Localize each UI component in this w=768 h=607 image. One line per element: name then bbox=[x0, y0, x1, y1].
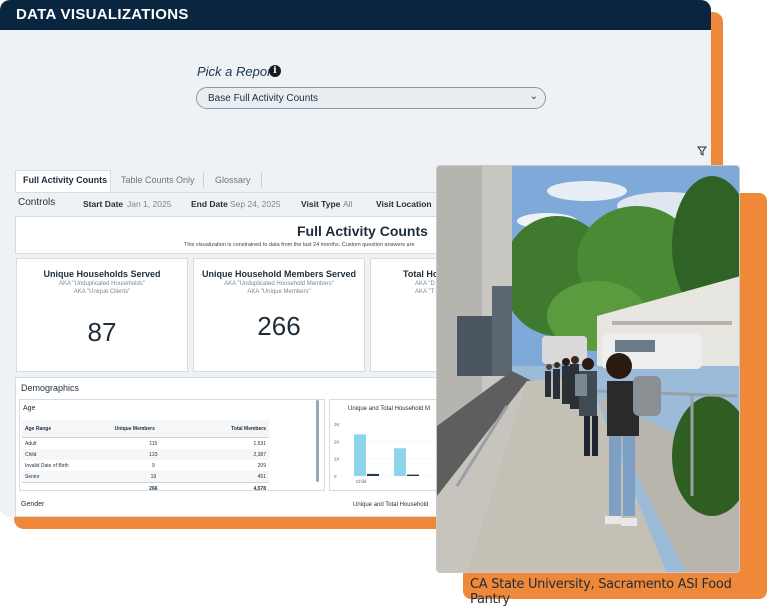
table-cell: 19 bbox=[111, 471, 196, 483]
food-pantry-photo bbox=[436, 165, 740, 573]
y-tick-label: 1K bbox=[334, 457, 340, 462]
table-cell: Adult bbox=[25, 440, 37, 447]
table-row: Adult 115 1,531 bbox=[22, 438, 269, 450]
column-header[interactable]: Total Members bbox=[195, 420, 269, 438]
demographics-label: Demographics bbox=[21, 383, 80, 393]
stat-aka: AKA "Unique Clients" bbox=[73, 289, 131, 295]
tab-full-activity-counts-label[interactable]: Full Activity Counts bbox=[23, 175, 107, 185]
stat-title: Unique Household Members Served bbox=[201, 269, 357, 279]
stat-aka: AKA "Unique Members" bbox=[247, 289, 311, 295]
app-title: DATA VISUALIZATIONS bbox=[16, 6, 189, 23]
tab-table-counts-only[interactable]: Table Counts Only bbox=[121, 175, 195, 185]
table-total-row: 266 4,578 bbox=[22, 482, 269, 494]
table-cell: 451 bbox=[195, 471, 269, 483]
photo-caption: CA State University, Sacramento ASI Food… bbox=[470, 577, 732, 607]
stat-title: Total Ho bbox=[403, 269, 439, 279]
tab-divider bbox=[261, 173, 262, 187]
y-tick-label: 0 bbox=[334, 474, 337, 479]
stat-value: 87 bbox=[87, 317, 117, 347]
table-row: Invalid Date of Birth 9 209 bbox=[22, 460, 269, 471]
table-row: Child 123 2,387 bbox=[22, 449, 269, 460]
chevron-down-icon: ⌄ bbox=[529, 91, 538, 102]
stat-card-members: Unique Household Members Served AKA "Und… bbox=[193, 258, 365, 372]
report-select-value: Base Full Activity Counts bbox=[208, 93, 319, 104]
start-date-value[interactable]: Jan 1, 2025 bbox=[127, 199, 171, 209]
table-cell: 9 bbox=[151, 462, 155, 469]
age-label: Age bbox=[23, 405, 36, 412]
end-date-key: End Date bbox=[191, 199, 228, 209]
table-cell: 115 bbox=[149, 440, 158, 447]
column-header[interactable]: Unique Members bbox=[111, 420, 196, 438]
report-select[interactable]: Base Full Activity Counts ⌄ bbox=[196, 87, 546, 109]
tab-divider bbox=[203, 173, 204, 187]
end-date-value[interactable]: Sep 24, 2025 bbox=[230, 199, 281, 209]
table-cell: Child bbox=[22, 449, 112, 460]
stat-aka: AKA "T bbox=[415, 289, 435, 295]
tab-glossary[interactable]: Glossary bbox=[215, 175, 251, 185]
info-icon[interactable]: i bbox=[269, 65, 281, 77]
table-cell: 123 bbox=[111, 449, 196, 460]
controls-label: Controls bbox=[18, 197, 56, 208]
table-cell: 1,531 bbox=[253, 440, 266, 447]
table-cell bbox=[22, 482, 112, 494]
gender-label: Gender bbox=[21, 501, 45, 508]
filter-icon[interactable] bbox=[697, 146, 707, 156]
report-title: Full Activity Counts bbox=[297, 223, 428, 239]
title-bar: DATA VISUALIZATIONS bbox=[0, 0, 711, 30]
table-cell: Invalid Date of Birth bbox=[25, 462, 69, 469]
stat-card-households: Unique Households Served AKA "Unduplicat… bbox=[16, 258, 188, 372]
visit-location-key: Visit Location bbox=[376, 199, 432, 209]
food-pantry-photo-illustration bbox=[437, 166, 739, 572]
table-cell: 266 bbox=[111, 482, 196, 494]
chart-bar[interactable] bbox=[354, 434, 366, 476]
age-table: Age Range Unique Members Total Members A… bbox=[22, 420, 269, 494]
stat-aka: AKA "Unduplicated Household Members" bbox=[224, 281, 334, 287]
report-subtitle: This visualization is constrained to dat… bbox=[184, 242, 415, 248]
table-header-row: Age Range Unique Members Total Members bbox=[22, 420, 269, 438]
stat-value: 266 bbox=[257, 311, 301, 341]
start-date-key: Start Date bbox=[83, 199, 124, 209]
table-cell: Senior bbox=[22, 471, 112, 483]
age-chart-title: Unique and Total Household M bbox=[348, 406, 430, 412]
table-cell: 2,387 bbox=[195, 449, 269, 460]
chart-bar[interactable] bbox=[394, 448, 406, 476]
stat-title: Unique Households Served bbox=[43, 269, 161, 279]
gender-chart-title: Unique and Total Household bbox=[353, 502, 429, 508]
chart-bar[interactable] bbox=[367, 473, 379, 476]
chart-bar[interactable] bbox=[407, 474, 419, 476]
visit-type-key: Visit Type bbox=[301, 199, 341, 209]
visit-type-value[interactable]: All bbox=[343, 199, 352, 209]
stat-aka: AKA "Unduplicated Households" bbox=[59, 281, 145, 287]
table-scrollbar[interactable] bbox=[316, 400, 319, 482]
stat-aka: AKA "D bbox=[415, 281, 435, 287]
table-cell: 209 bbox=[257, 462, 266, 469]
y-tick-label: 3K bbox=[334, 422, 340, 427]
x-tick-label: Child bbox=[356, 479, 367, 484]
pick-report-label: Pick a Report bbox=[197, 64, 276, 79]
age-chart: 3K 2K 1K 0 Child bbox=[334, 422, 444, 484]
table-cell: 4,578 bbox=[195, 482, 269, 494]
y-tick-label: 2K bbox=[334, 439, 340, 444]
column-header[interactable]: Age Range bbox=[22, 420, 112, 438]
table-row: Senior 19 451 bbox=[22, 471, 269, 483]
